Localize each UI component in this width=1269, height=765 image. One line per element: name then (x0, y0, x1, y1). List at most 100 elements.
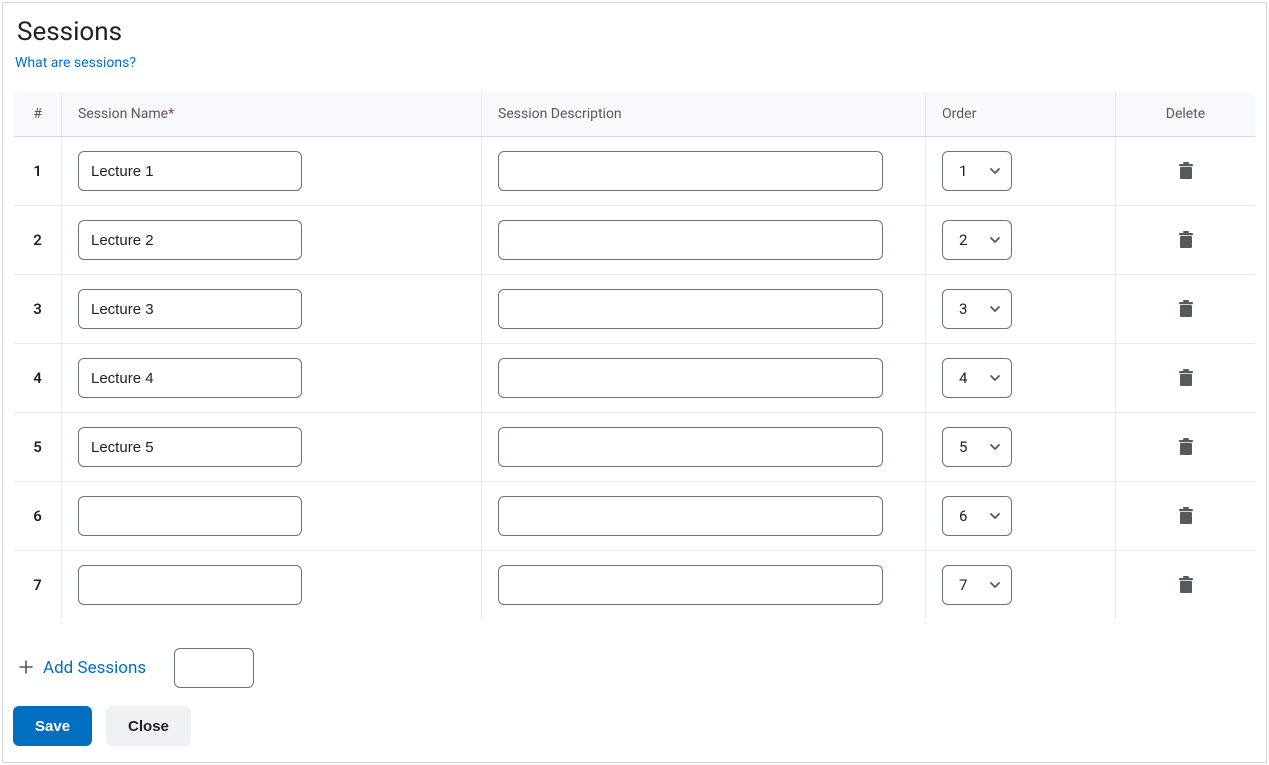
trash-icon (1177, 575, 1195, 595)
order-select-value: 5 (959, 438, 967, 456)
table-header-row: # Session Name* Session Description Orde… (14, 92, 1256, 137)
order-select[interactable]: 7 (942, 565, 1012, 605)
cell-order: 2 (926, 206, 1116, 275)
cell-delete (1116, 206, 1256, 275)
session-name-input[interactable] (78, 565, 302, 605)
close-button[interactable]: Close (106, 706, 191, 746)
session-description-input[interactable] (498, 427, 883, 467)
cell-description (482, 344, 926, 413)
chevron-down-icon (989, 372, 1001, 384)
cell-delete (1116, 551, 1256, 620)
order-select[interactable]: 4 (942, 358, 1012, 398)
cell-name (62, 275, 482, 344)
table-row: 55 (14, 413, 1256, 482)
trash-icon (1177, 368, 1195, 388)
column-header-name-text: Session Name (78, 106, 168, 122)
cell-order: 3 (926, 275, 1116, 344)
cell-description (482, 206, 926, 275)
table-row: 44 (14, 344, 1256, 413)
delete-button[interactable] (1173, 226, 1199, 254)
session-name-input[interactable] (78, 289, 302, 329)
order-select[interactable]: 1 (942, 151, 1012, 191)
delete-button[interactable] (1173, 364, 1199, 392)
delete-button[interactable] (1173, 295, 1199, 323)
chevron-down-icon (989, 303, 1001, 315)
row-number: 3 (14, 275, 62, 344)
table-row: 22 (14, 206, 1256, 275)
table-row: 33 (14, 275, 1256, 344)
cell-description (482, 413, 926, 482)
cell-name (62, 413, 482, 482)
plus-icon (19, 658, 33, 679)
trash-icon (1177, 161, 1195, 181)
order-select-value: 6 (959, 507, 967, 525)
row-number: 1 (14, 137, 62, 206)
delete-button[interactable] (1173, 433, 1199, 461)
cell-description (482, 482, 926, 551)
column-header-name: Session Name* (62, 92, 482, 137)
order-select[interactable]: 6 (942, 496, 1012, 536)
delete-button[interactable] (1173, 502, 1199, 530)
cell-name (62, 137, 482, 206)
chevron-down-icon (989, 441, 1001, 453)
session-name-input[interactable] (78, 220, 302, 260)
session-description-input[interactable] (498, 496, 883, 536)
chevron-down-icon (989, 165, 1001, 177)
row-number: 6 (14, 482, 62, 551)
footer-buttons: Save Close (13, 706, 1256, 746)
cell-delete (1116, 413, 1256, 482)
order-select-value: 3 (959, 300, 967, 318)
session-description-input[interactable] (498, 220, 883, 260)
trash-icon (1177, 506, 1195, 526)
cell-order: 1 (926, 137, 1116, 206)
cell-delete (1116, 275, 1256, 344)
delete-button[interactable] (1173, 157, 1199, 185)
cell-order: 6 (926, 482, 1116, 551)
session-name-input[interactable] (78, 496, 302, 536)
session-name-input[interactable] (78, 151, 302, 191)
cell-order: 5 (926, 413, 1116, 482)
session-description-input[interactable] (498, 289, 883, 329)
session-description-input[interactable] (498, 358, 883, 398)
add-sessions-count-input[interactable] (174, 648, 254, 688)
column-header-number: # (14, 92, 62, 137)
row-number: 7 (14, 551, 62, 620)
add-sessions-label: Add Sessions (43, 658, 146, 678)
session-description-input[interactable] (498, 151, 883, 191)
table-row: 11 (14, 137, 1256, 206)
cell-description (482, 551, 926, 620)
table-row: 66 (14, 482, 1256, 551)
order-select[interactable]: 5 (942, 427, 1012, 467)
order-select-value: 1 (959, 162, 967, 180)
session-description-input[interactable] (498, 565, 883, 605)
trash-icon (1177, 230, 1195, 250)
save-button[interactable]: Save (13, 706, 92, 746)
cell-delete (1116, 137, 1256, 206)
what-are-sessions-link[interactable]: What are sessions? (15, 55, 136, 71)
chevron-down-icon (989, 579, 1001, 591)
trash-icon (1177, 299, 1195, 319)
cell-name (62, 344, 482, 413)
cell-name (62, 551, 482, 620)
page-title: Sessions (17, 17, 1256, 47)
column-header-order: Order (926, 92, 1116, 137)
cell-name (62, 482, 482, 551)
cell-delete (1116, 344, 1256, 413)
order-select-value: 2 (959, 231, 967, 249)
session-name-input[interactable] (78, 427, 302, 467)
column-header-delete: Delete (1116, 92, 1256, 137)
trash-icon (1177, 437, 1195, 457)
add-sessions-row: Add Sessions (19, 648, 1256, 688)
session-name-input[interactable] (78, 358, 302, 398)
add-sessions-link[interactable]: Add Sessions (19, 658, 146, 679)
order-select[interactable]: 2 (942, 220, 1012, 260)
required-mark: * (168, 106, 174, 122)
column-header-description: Session Description (482, 92, 926, 137)
delete-button[interactable] (1173, 571, 1199, 599)
cell-delete (1116, 482, 1256, 551)
cell-description (482, 137, 926, 206)
cell-order: 4 (926, 344, 1116, 413)
cell-order: 7 (926, 551, 1116, 620)
order-select[interactable]: 3 (942, 289, 1012, 329)
cell-name (62, 206, 482, 275)
